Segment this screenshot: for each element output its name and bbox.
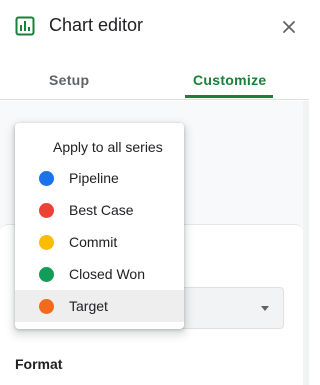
menu-item-label: Pipeline <box>69 170 119 186</box>
menu-item-best-case[interactable]: Best Case <box>15 194 184 226</box>
active-tab-indicator <box>185 95 273 98</box>
editor-header: Chart editor <box>0 0 309 56</box>
tab-customize[interactable]: Customize <box>193 72 267 88</box>
series-dropdown-menu: Apply to all series Pipeline Best Case C… <box>15 123 184 329</box>
menu-item-apply-all[interactable]: Apply to all series <box>53 139 163 155</box>
close-icon[interactable] <box>281 19 297 35</box>
editor-title: Chart editor <box>49 15 144 35</box>
menu-item-target[interactable]: Target <box>15 290 184 322</box>
editor-tabs: Setup Customize <box>0 56 309 100</box>
menu-item-closed-won[interactable]: Closed Won <box>15 258 184 290</box>
chart-icon <box>15 16 35 36</box>
menu-item-label: Commit <box>69 234 118 250</box>
menu-item-commit[interactable]: Commit <box>15 226 184 258</box>
series-color-dot <box>39 235 54 250</box>
series-color-dot <box>39 203 54 218</box>
caret-down-icon[interactable] <box>261 306 269 311</box>
scrollbar[interactable] <box>303 101 309 385</box>
series-color-dot <box>39 299 54 314</box>
menu-item-pipeline[interactable]: Pipeline <box>15 162 184 194</box>
series-color-dot <box>39 171 54 186</box>
series-color-dot <box>39 267 54 282</box>
tab-setup[interactable]: Setup <box>49 72 89 88</box>
menu-item-label: Best Case <box>69 202 134 218</box>
format-section-label: Format <box>15 356 63 372</box>
menu-item-label: Closed Won <box>69 266 146 282</box>
menu-item-label: Target <box>69 298 108 314</box>
chart-editor-panel: Chart editor Setup Customize Format Appl… <box>0 0 309 385</box>
